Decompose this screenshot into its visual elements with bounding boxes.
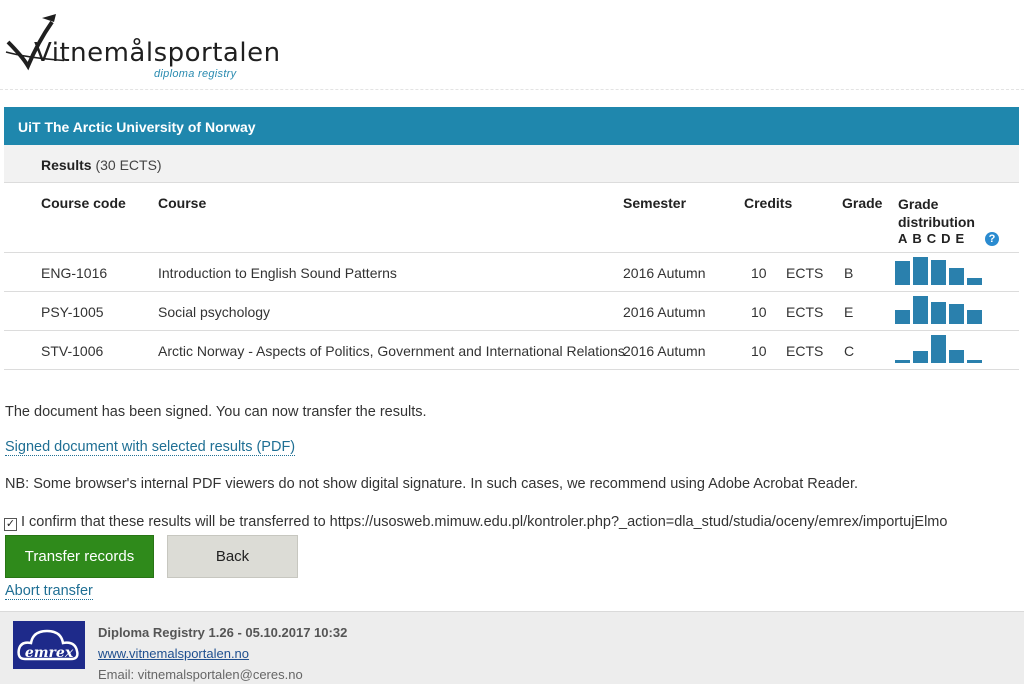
grade-distribution-chart <box>895 257 987 285</box>
course-code: PSY-1005 <box>41 304 104 320</box>
emrex-logo-text: emrex <box>24 645 74 661</box>
confirm-checkbox[interactable]: ✓ <box>4 518 17 531</box>
abort-transfer-link[interactable]: Abort transfer <box>5 583 93 600</box>
grade-letters: ABCDE <box>898 231 970 246</box>
back-button[interactable]: Back <box>167 535 298 578</box>
distribution-bar <box>913 296 928 324</box>
grade: C <box>844 343 855 359</box>
grade: B <box>844 265 854 281</box>
confirm-label: I confirm that these results will be tra… <box>21 514 948 530</box>
page-header: Vitnemålsportalen diploma registry <box>0 0 1024 90</box>
help-icon[interactable]: ? <box>985 232 999 246</box>
table-row: ENG-1016 Introduction to English Sound Pa… <box>4 253 1019 292</box>
logo-text: Vitnemålsportalen <box>34 38 281 68</box>
course-code: STV-1006 <box>41 343 104 359</box>
vitnemalsportalen-logo[interactable]: Vitnemålsportalen diploma registry <box>4 12 280 80</box>
results-summary: Results (30 ECTS) <box>4 145 1019 183</box>
credit-unit: ECTS <box>786 304 824 320</box>
footer-email: Email: vitnemalsportalen@ceres.no <box>98 667 303 682</box>
transfer-records-button[interactable]: Transfer records <box>5 535 154 578</box>
col-course-code: Course code <box>41 195 126 211</box>
distribution-bar <box>931 260 946 285</box>
distribution-bar <box>949 268 964 285</box>
distribution-bar <box>967 310 982 324</box>
distribution-bar <box>913 257 928 285</box>
distribution-bar <box>895 310 910 324</box>
col-grade-distribution: Grade distribution <box>898 196 975 230</box>
table-row: STV-1006 Arctic Norway - Aspects of Polit… <box>4 331 1019 370</box>
page-footer: emrex Diploma Registry 1.26 - 05.10.2017… <box>0 611 1024 684</box>
results-ects: (30 ECTS) <box>95 157 162 173</box>
grade-distribution-chart <box>895 296 987 324</box>
credits: 10 <box>751 304 767 320</box>
semester: 2016 Autumn <box>623 265 706 281</box>
nb-message: NB: Some browser's internal PDF viewers … <box>5 476 859 492</box>
signed-pdf-link[interactable]: Signed document with selected results (P… <box>5 439 296 456</box>
abort-wrapper: Abort transfer <box>5 583 93 600</box>
col-grade: Grade <box>842 195 883 211</box>
credit-unit: ECTS <box>786 343 824 359</box>
distribution-bar <box>931 302 946 324</box>
distribution-bar <box>949 350 964 363</box>
logo-subtitle: diploma registry <box>154 68 237 80</box>
credit-unit: ECTS <box>786 265 824 281</box>
col-course: Course <box>158 195 207 211</box>
credits: 10 <box>751 343 767 359</box>
semester: 2016 Autumn <box>623 304 706 320</box>
distribution-bar <box>931 335 946 363</box>
distribution-bar <box>967 278 982 285</box>
distribution-bar <box>967 360 982 363</box>
results-table-body: ENG-1016 Introduction to English Sound Pa… <box>4 253 1019 370</box>
course-name: Introduction to English Sound Patterns <box>158 265 397 281</box>
table-row: PSY-1005 Social psychology 2016 Autumn 10 EC… <box>4 292 1019 331</box>
signed-message: The document has been signed. You can no… <box>5 404 427 420</box>
footer-title: Diploma Registry 1.26 - 05.10.2017 10:32 <box>98 625 348 640</box>
grade-distribution-chart <box>895 335 987 363</box>
table-header: Course code Course Semester Credits Grad… <box>4 183 1019 253</box>
course-name: Social psychology <box>158 304 271 320</box>
institution-title: UiT The Arctic University of Norway <box>4 107 1019 145</box>
distribution-bar <box>895 360 910 363</box>
footer-website-link[interactable]: www.vitnemalsportalen.no <box>98 646 249 661</box>
semester: 2016 Autumn <box>623 343 706 359</box>
distribution-bar <box>913 351 928 363</box>
confirm-row: ✓ I confirm that these results will be tr… <box>4 514 947 531</box>
distribution-bar <box>949 304 964 324</box>
results-card: UiT The Arctic University of Norway Resu… <box>4 107 1019 370</box>
course-code: ENG-1016 <box>41 265 108 281</box>
results-label: Results <box>41 157 92 173</box>
col-credits: Credits <box>744 195 793 211</box>
grade: E <box>844 304 854 320</box>
col-semester: Semester <box>623 195 687 211</box>
course-name: Arctic Norway - Aspects of Politics, Gov… <box>158 343 625 359</box>
credits: 10 <box>751 265 767 281</box>
emrex-logo: emrex <box>13 621 85 669</box>
distribution-bar <box>895 261 910 285</box>
pdf-link-wrapper: Signed document with selected results (P… <box>5 439 296 456</box>
